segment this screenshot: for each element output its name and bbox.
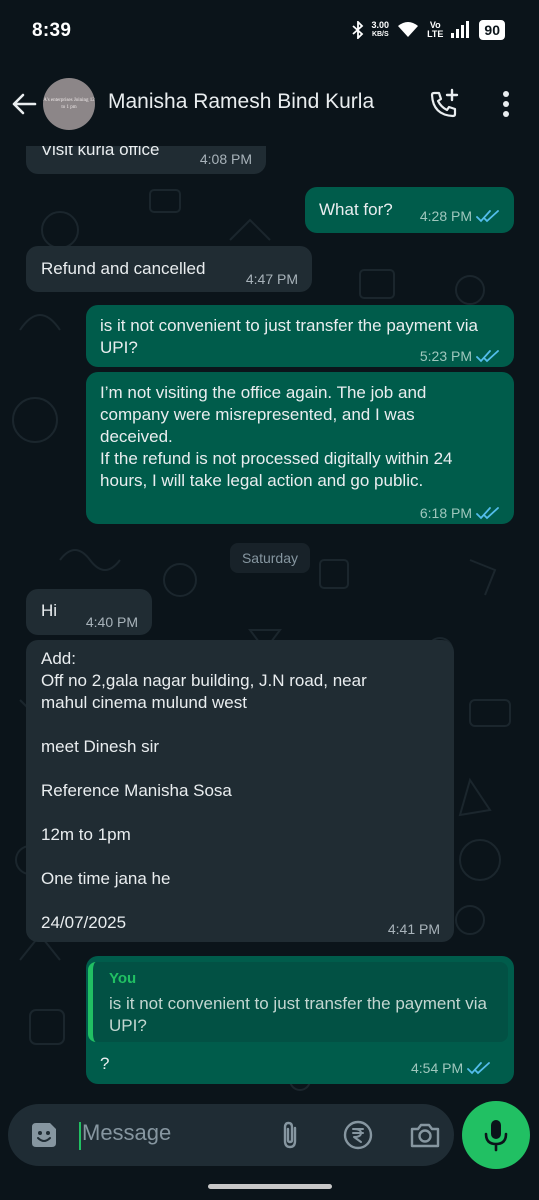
message-time: 6:18 PM — [419, 505, 472, 521]
wifi-icon — [398, 22, 419, 37]
contact-name[interactable]: Manisha Ramesh Bind Kurla — [108, 90, 374, 114]
message-text: Refund and cancelled — [41, 259, 206, 278]
message-time: 4:40 PM — [85, 614, 138, 630]
message-text: What for? — [319, 200, 393, 219]
more-vertical-icon[interactable] — [496, 90, 516, 118]
paperclip-icon[interactable] — [274, 1119, 306, 1151]
volte-bottom: LTE — [427, 29, 444, 39]
avatar-text: A's enterprises Joining 12 to 1 pm — [43, 98, 95, 110]
message-input[interactable]: Message — [82, 1120, 171, 1146]
message-incoming[interactable]: Refund and cancelled 4:47 PM — [26, 246, 312, 292]
message-meta: 4:08 PM — [200, 148, 252, 170]
volte-indicator: Vo LTE — [427, 21, 443, 39]
message-time: 4:28 PM — [419, 208, 472, 224]
chat-header: A's enterprises Joining 12 to 1 pm Manis… — [0, 62, 539, 146]
message-text: I’m not visiting the office again. The j… — [100, 383, 453, 490]
message-text: Hi — [41, 601, 58, 620]
message-text: ? — [100, 1054, 110, 1073]
date-separator: Saturday — [230, 543, 310, 573]
message-incoming[interactable]: Add: Off no 2,gala nagar building, J.N r… — [26, 640, 454, 942]
sticker-icon[interactable] — [28, 1119, 60, 1151]
message-outgoing[interactable]: I’m not visiting the office again. The j… — [86, 372, 514, 524]
network-speed-unit: KB/S — [371, 31, 389, 38]
quote-author: You — [109, 970, 137, 987]
status-bar: 8:39 3.00 KB/S Vo LTE 90 — [0, 0, 539, 62]
double-check-icon — [476, 507, 499, 520]
gesture-bar — [208, 1184, 332, 1189]
message-meta: 4:28 PM — [420, 205, 500, 227]
message-outgoing[interactable]: is it not convenient to just transfer th… — [86, 305, 514, 367]
camera-icon[interactable] — [408, 1119, 442, 1151]
double-check-icon — [467, 1062, 491, 1075]
signal-icon — [451, 21, 470, 38]
rupee-icon[interactable] — [342, 1119, 374, 1151]
message-time: 5:23 PM — [419, 348, 472, 364]
network-speed: 3.00 KB/S — [372, 21, 390, 39]
quoted-message[interactable]: You is it not convenient to just transfe… — [88, 962, 508, 1042]
battery-indicator: 90 — [479, 20, 505, 40]
message-meta: 6:18 PM — [420, 502, 500, 524]
message-time: 4:54 PM — [411, 1060, 464, 1076]
message-time: 4:41 PM — [387, 921, 440, 937]
mic-icon — [484, 1120, 508, 1152]
status-time: 8:39 — [32, 20, 72, 41]
message-time: 4:47 PM — [245, 271, 298, 287]
message-meta: 4:54 PM — [411, 1060, 491, 1076]
avatar[interactable]: A's enterprises Joining 12 to 1 pm — [43, 78, 95, 130]
bluetooth-icon — [351, 21, 363, 39]
status-icons: 3.00 KB/S Vo LTE 90 — [351, 18, 505, 42]
mic-button[interactable] — [462, 1101, 530, 1169]
message-meta: 4:40 PM — [86, 611, 138, 633]
quote-text: is it not convenient to just transfer th… — [109, 994, 487, 1035]
add-call-icon[interactable] — [428, 88, 460, 120]
message-outgoing[interactable]: What for? 4:28 PM — [305, 187, 514, 233]
network-speed-value: 3.00 — [371, 20, 390, 30]
message-composer[interactable]: Message — [8, 1104, 454, 1166]
text-caret — [79, 1122, 81, 1150]
message-incoming[interactable]: Hi 4:40 PM — [26, 589, 152, 635]
double-check-icon — [476, 210, 499, 223]
message-meta: 4:41 PM — [388, 918, 440, 940]
message-time: 4:08 PM — [199, 151, 252, 167]
message-meta: 4:47 PM — [246, 268, 298, 290]
message-meta: 5:23 PM — [420, 345, 500, 367]
double-check-icon — [476, 350, 499, 363]
arrow-left-icon[interactable] — [10, 90, 38, 118]
message-text: Add: Off no 2,gala nagar building, J.N r… — [41, 649, 367, 932]
